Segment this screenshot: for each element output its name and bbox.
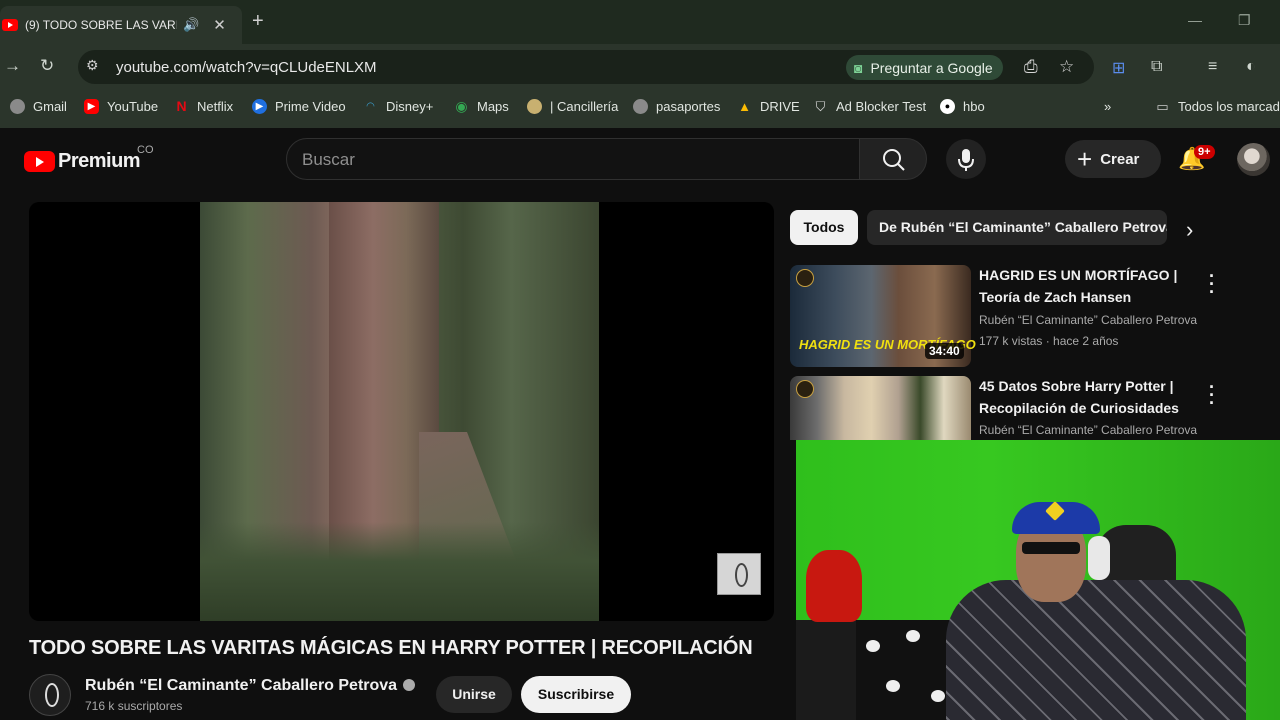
ask-google-label: Preguntar a Google: [870, 59, 993, 76]
microphone-icon: [958, 149, 974, 171]
account-avatar[interactable]: [1237, 143, 1270, 176]
create-label: Crear: [1100, 150, 1140, 168]
site-info-icon[interactable]: ⚙: [86, 57, 99, 74]
verified-icon: [403, 679, 416, 691]
drive-icon: ▲: [738, 99, 751, 114]
bookmark-disney[interactable]: ◠ Disney+: [363, 99, 433, 114]
seal-icon: [527, 99, 542, 114]
youtube-logo-icon: [24, 151, 55, 172]
recommended-title[interactable]: 45 Datos Sobre Harry Potter | Recopilaci…: [979, 375, 1194, 419]
recommended-meta: 177 k vistas · hace 2 años: [979, 334, 1119, 348]
bookmark-drive[interactable]: ▲ DRIVE: [737, 99, 800, 114]
speaker-icon[interactable]: 🔊: [183, 17, 199, 33]
shield-icon: ⛉: [815, 99, 826, 114]
browser-tab-bar: (9) TODO SOBRE LAS VARITAS MÁGICAS EN HA…: [0, 0, 1280, 44]
chip-from-channel[interactable]: De Rubén “El Caminante” Caballero Petrov…: [867, 210, 1167, 245]
recommended-thumbnail[interactable]: [790, 376, 971, 440]
channel-logo-icon: [796, 269, 814, 287]
channel-name[interactable]: Rubén “El Caminante” Caballero Petrova: [85, 677, 416, 695]
hbo-icon: ●: [940, 99, 955, 114]
profile-icon[interactable]: ◐: [1246, 58, 1256, 76]
disney-icon: ◠: [366, 101, 375, 112]
bookmark-cancilleria[interactable]: | Cancillería: [527, 99, 618, 114]
globe-icon: [10, 99, 25, 114]
youtube-favicon-icon: [2, 19, 18, 31]
video-player[interactable]: [29, 202, 774, 621]
chevron-right-icon[interactable]: ›: [1186, 217, 1193, 243]
google-lens-icon: ◙: [854, 59, 863, 76]
bookmark-youtube[interactable]: ▶ YouTube: [84, 99, 158, 114]
channel-avatar[interactable]: [29, 674, 71, 716]
globe-icon: [633, 99, 648, 114]
dog-figurine: [806, 550, 862, 622]
bookmark-gmail[interactable]: Gmail: [10, 99, 67, 114]
voice-search-button[interactable]: [946, 139, 986, 179]
bookmark-ad-blocker-test[interactable]: ⛉ Ad Blocker Test: [813, 99, 926, 114]
search-icon: [883, 149, 905, 171]
more-options-icon[interactable]: · · ·: [1206, 267, 1218, 301]
logo-text: Premium: [58, 150, 141, 172]
sunglasses: [1022, 542, 1080, 554]
browser-tab[interactable]: (9) TODO SOBRE LAS VARITAS MÁGICAS EN HA…: [0, 6, 242, 44]
youtube-premium-logo[interactable]: Premium: [24, 150, 141, 173]
translate-icon[interactable]: ⊞: [1112, 58, 1125, 78]
bookmark-hbo[interactable]: ● hbo: [940, 99, 985, 114]
map-pin-icon: ◉: [455, 98, 468, 114]
paw-print: [886, 680, 900, 692]
search-input[interactable]: [286, 138, 860, 180]
prime-video-icon: ▶: [252, 99, 267, 114]
join-button[interactable]: Unirse: [436, 676, 512, 713]
recommended-channel[interactable]: Rubén “El Caminante” Caballero Petrova: [979, 313, 1197, 327]
webcam-overlay: [796, 440, 1280, 720]
channel-logo-icon: [796, 380, 814, 398]
bookmark-maps[interactable]: ◉ Maps: [454, 98, 508, 115]
subscriber-count: 716 k suscriptores: [85, 699, 183, 713]
more-bookmarks-icon[interactable]: »: [1104, 99, 1111, 114]
search-button[interactable]: [859, 138, 927, 180]
ask-google-button[interactable]: ◙ Preguntar a Google: [846, 55, 1003, 80]
headphones: [1088, 536, 1110, 580]
forward-icon[interactable]: →: [4, 56, 21, 76]
tab-title: (9) TODO SOBRE LAS VARITAS MÁGICAS EN HA…: [25, 18, 177, 32]
bookmark-pasaportes[interactable]: pasaportes: [633, 99, 720, 114]
paw-print: [906, 630, 920, 642]
create-button[interactable]: + Crear: [1065, 140, 1161, 178]
recommended-channel[interactable]: Rubén “El Caminante” Caballero Petrova: [979, 423, 1197, 437]
media-control-icon[interactable]: ≡: [1208, 58, 1217, 76]
all-bookmarks-folder[interactable]: ▭Todos los marcadores: [1155, 99, 1280, 114]
video-title: TODO SOBRE LAS VARITAS MÁGICAS EN HARRY …: [29, 637, 753, 659]
recommended-title[interactable]: HAGRID ES UN MORTÍFAGO | Teoría de Zach …: [979, 264, 1194, 308]
folder-icon: ▭: [1156, 99, 1169, 114]
notification-badge: 9+: [1194, 145, 1215, 159]
close-tab-icon[interactable]: ✕: [213, 16, 226, 34]
paw-print: [931, 690, 945, 702]
country-code: CO: [137, 144, 154, 156]
more-options-icon[interactable]: · · ·: [1206, 378, 1218, 412]
reload-icon[interactable]: ↻: [40, 56, 54, 76]
chip-all[interactable]: Todos: [790, 210, 858, 245]
extensions-icon[interactable]: ⧉: [1151, 58, 1162, 76]
plus-icon: +: [1077, 144, 1093, 174]
paw-print: [866, 640, 880, 652]
subscribe-button[interactable]: Suscribirse: [521, 676, 631, 713]
restore-icon[interactable]: ❐: [1238, 12, 1251, 29]
video-duration: 34:40: [925, 343, 964, 359]
new-tab-button[interactable]: +: [252, 10, 264, 33]
youtube-icon: ▶: [84, 99, 99, 114]
bookmark-star-icon[interactable]: ☆: [1059, 57, 1074, 77]
install-app-icon[interactable]: ⎙: [1024, 57, 1038, 77]
netflix-icon: N: [176, 98, 187, 114]
search-placeholder: Buscar: [302, 150, 355, 169]
person-torso: [946, 580, 1246, 720]
bookmark-netflix[interactable]: N Netflix: [174, 98, 233, 115]
bookmark-prime-video[interactable]: ▶ Prime Video: [252, 99, 346, 114]
minimize-icon[interactable]: —: [1188, 12, 1202, 28]
forest-foliage: [200, 522, 599, 621]
channel-watermark[interactable]: [717, 553, 761, 595]
url-text[interactable]: youtube.com/watch?v=qCLUdeENLXM: [116, 59, 377, 76]
